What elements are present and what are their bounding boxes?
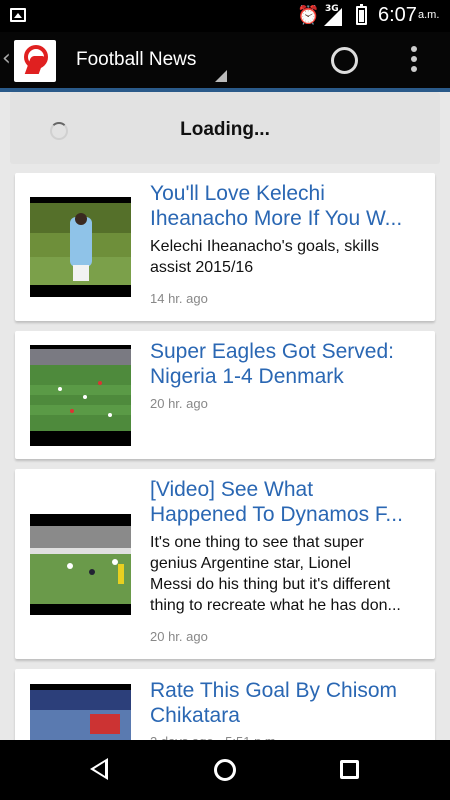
up-chevron-icon[interactable]: ‹ <box>2 46 11 71</box>
article-card[interactable]: [Video] See What Happened To Dynamos F..… <box>15 469 435 659</box>
article-title-line-2[interactable]: Iheanacho More If You W... <box>150 206 421 231</box>
article-time: 14 hr. ago <box>150 291 208 306</box>
article-card[interactable]: You'll Love Kelechi Iheanacho More If Yo… <box>15 173 435 321</box>
back-icon[interactable] <box>90 758 108 780</box>
clock-time: 6:07 <box>378 4 417 26</box>
article-excerpt: Kelechi Iheanacho's goals, skills assist… <box>150 236 421 278</box>
excerpt-line: Messi do his thing but it's different <box>150 576 391 593</box>
article-title-line-2[interactable]: Happened To Dynamos F... <box>150 502 421 527</box>
recents-icon[interactable] <box>340 760 359 779</box>
status-bar: ⏰ 3G 6:07 a.m. <box>0 0 450 32</box>
article-title-line-2[interactable]: Chikatara <box>150 703 421 728</box>
article-title-line-1[interactable]: [Video] See What <box>150 477 421 502</box>
article-time: 20 hr. ago <box>150 629 208 644</box>
app-logo[interactable] <box>14 40 56 82</box>
clock-ampm: a.m. <box>418 9 440 21</box>
article-title-line-2[interactable]: Nigeria 1-4 Denmark <box>150 364 421 389</box>
article-title-line-1[interactable]: Super Eagles Got Served: <box>150 339 421 364</box>
article-title-line-1[interactable]: You'll Love Kelechi <box>150 181 421 206</box>
article-thumbnail <box>30 345 131 446</box>
network-type: 3G <box>325 4 339 14</box>
battery-icon <box>356 4 367 25</box>
home-icon[interactable] <box>214 759 236 781</box>
article-thumbnail <box>30 684 131 744</box>
article-time: 20 hr. ago <box>150 396 208 411</box>
overflow-menu-icon[interactable] <box>409 46 419 76</box>
article-thumbnail <box>30 197 131 297</box>
loading-banner: Loading... <box>10 92 440 164</box>
system-nav-bar <box>0 740 450 800</box>
excerpt-line: Kelechi Iheanacho's goals, skills <box>150 238 379 255</box>
app-title[interactable]: Football News <box>76 49 196 71</box>
excerpt-line: thing to recreate what he has don... <box>150 597 401 614</box>
excerpt-line: It's one thing to see that super <box>150 534 364 551</box>
article-excerpt: It's one thing to see that super genius … <box>150 532 421 616</box>
article-card[interactable]: Super Eagles Got Served: Nigeria 1-4 Den… <box>15 331 435 459</box>
excerpt-line: assist 2015/16 <box>150 259 254 276</box>
action-bar: ‹ Football News <box>0 32 450 88</box>
article-title-line-1[interactable]: Rate This Goal By Chisom <box>150 678 421 703</box>
dropdown-corner-icon[interactable] <box>215 70 227 82</box>
alarm-icon: ⏰ <box>297 5 320 26</box>
excerpt-line: genius Argentine star, Lionel <box>150 555 352 572</box>
loading-text: Loading... <box>180 119 270 140</box>
image-notification-icon <box>10 8 26 22</box>
article-thumbnail <box>30 514 131 615</box>
refresh-icon[interactable] <box>331 47 358 74</box>
